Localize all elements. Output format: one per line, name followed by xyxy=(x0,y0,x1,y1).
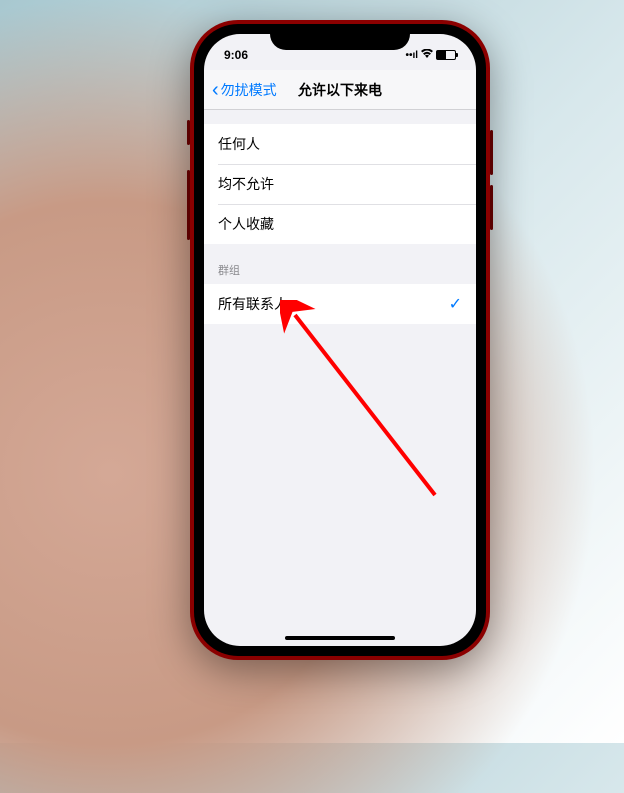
signal-icon: ••ıl xyxy=(405,50,418,61)
option-favorites[interactable]: 个人收藏 xyxy=(204,204,476,244)
volume-up-button xyxy=(490,130,493,175)
phone-bezel: 9:06 ••ıl ‹ 勿扰模式 允许以下来电 xyxy=(194,24,486,656)
back-label: 勿扰模式 xyxy=(221,80,277,100)
option-label: 个人收藏 xyxy=(218,214,274,234)
checkmark-icon: ✓ xyxy=(449,294,462,314)
navigation-bar: ‹ 勿扰模式 允许以下来电 xyxy=(204,70,476,110)
phone-notch xyxy=(270,24,410,50)
volume-down-button xyxy=(490,185,493,230)
option-label: 任何人 xyxy=(218,134,260,154)
option-everyone[interactable]: 任何人 xyxy=(204,124,476,164)
groups-section-header: 群组 xyxy=(204,244,476,284)
status-time: 9:06 xyxy=(224,48,274,62)
option-label: 所有联系人 xyxy=(218,294,288,314)
option-label: 均不允许 xyxy=(218,174,274,194)
home-indicator[interactable] xyxy=(285,636,395,640)
allow-calls-group: 任何人 均不允许 个人收藏 xyxy=(204,124,476,244)
silent-switch xyxy=(187,120,190,145)
option-all-contacts[interactable]: 所有联系人 ✓ xyxy=(204,284,476,324)
option-no-one[interactable]: 均不允许 xyxy=(204,164,476,204)
battery-icon xyxy=(436,50,456,60)
phone-screen: 9:06 ••ıl ‹ 勿扰模式 允许以下来电 xyxy=(204,34,476,646)
wifi-icon xyxy=(421,49,433,61)
power-button xyxy=(187,170,190,240)
page-title: 允许以下来电 xyxy=(298,80,382,100)
back-button[interactable]: ‹ 勿扰模式 xyxy=(212,80,277,100)
back-chevron-icon: ‹ xyxy=(212,80,219,100)
phone-frame: 9:06 ••ıl ‹ 勿扰模式 允许以下来电 xyxy=(190,20,490,660)
groups-list: 所有联系人 ✓ xyxy=(204,284,476,324)
